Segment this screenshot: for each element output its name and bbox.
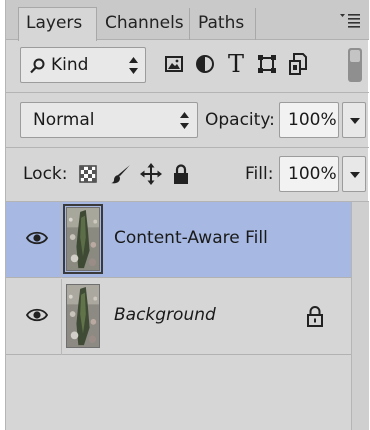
lock-transparent-pixels-icon[interactable]: [77, 163, 99, 185]
layer-filter-kind-select[interactable]: Kind: [20, 47, 146, 83]
divider: [6, 147, 369, 148]
adjustment-layer-filter-icon[interactable]: [192, 51, 218, 77]
lock-image-pixels-icon[interactable]: [110, 163, 132, 185]
opacity-dropdown-button[interactable]: [342, 102, 366, 138]
blend-mode-value: Normal: [33, 110, 95, 130]
type-layer-filter-icon[interactable]: T: [223, 51, 249, 77]
tab-channels[interactable]: Channels: [98, 8, 190, 40]
tab-paths[interactable]: Paths: [191, 8, 256, 40]
opacity-value: 100%: [288, 110, 337, 130]
opacity-label: Opacity:: [205, 110, 275, 130]
visibility-eye-icon[interactable]: [26, 229, 48, 247]
chevron-down-icon: [350, 172, 360, 178]
pixel-layer-filter-icon[interactable]: [161, 51, 187, 77]
fill-value: 100%: [288, 164, 337, 184]
layer-name[interactable]: Content-Aware Fill: [114, 228, 268, 248]
shape-layer-filter-icon[interactable]: [254, 51, 280, 77]
lock-position-icon[interactable]: [140, 163, 162, 185]
opacity-input[interactable]: 100%: [279, 102, 339, 138]
kind-select-value: Kind: [51, 55, 89, 75]
layers-panel: Layers Channels Paths Kind T Normal Opac…: [5, 0, 369, 430]
fill-dropdown-button[interactable]: [342, 156, 366, 192]
tab-layers[interactable]: Layers: [18, 7, 97, 41]
layer-thumbnail[interactable]: [66, 284, 100, 348]
filter-toggle-switch[interactable]: [348, 48, 362, 82]
layer-locked-icon: [307, 306, 323, 327]
fill-label: Fill:: [245, 164, 274, 184]
up-down-arrows-icon: [129, 57, 138, 74]
layer-row-background[interactable]: Background: [6, 279, 351, 355]
divider: [61, 279, 62, 355]
layer-thumbnail[interactable]: [66, 207, 100, 271]
smart-object-filter-icon[interactable]: [285, 51, 311, 77]
chevron-down-icon: [350, 118, 360, 124]
fill-input[interactable]: 100%: [279, 156, 339, 192]
lock-label: Lock:: [23, 164, 68, 184]
up-down-arrows-icon: [180, 112, 189, 129]
divider: [61, 202, 62, 278]
layer-row-content-aware-fill[interactable]: Content-Aware Fill: [6, 202, 351, 278]
visibility-eye-icon[interactable]: [26, 306, 48, 324]
layers-scrollbar[interactable]: [351, 202, 369, 430]
lock-all-icon[interactable]: [170, 163, 192, 185]
layers-list: Content-Aware Fill Background: [6, 202, 351, 430]
blend-mode-select[interactable]: Normal: [20, 102, 198, 138]
panel-menu-icon[interactable]: [339, 12, 361, 30]
divider: [6, 92, 369, 93]
layer-name[interactable]: Background: [114, 305, 216, 325]
panel-tab-bar: Layers Channels Paths: [6, 0, 369, 41]
search-icon: [30, 58, 45, 74]
